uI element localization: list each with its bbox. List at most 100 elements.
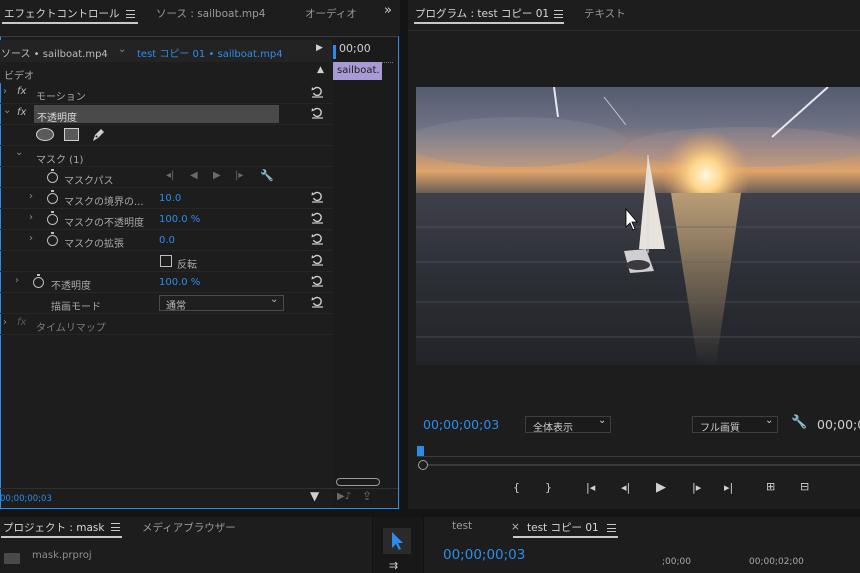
step-back-icon[interactable]: ◂| bbox=[621, 481, 630, 494]
blend-mode-select[interactable]: 通常 ⌄ bbox=[159, 294, 284, 312]
play-triangle-icon[interactable]: ▶ bbox=[316, 43, 323, 53]
effect-controls-panel: エフェクトコントロール ソース : sailboat.mp4 オーディオ » ソ… bbox=[0, 0, 399, 509]
mask-expansion-row: › マスクの拡張 0.0 bbox=[0, 230, 332, 251]
mask-expansion-value[interactable]: 0.0 bbox=[159, 235, 175, 246]
play-icon[interactable]: ▶ bbox=[656, 480, 666, 495]
zoom-scroll-track[interactable] bbox=[428, 464, 860, 466]
program-timecode[interactable]: 00;00;00;03 bbox=[423, 417, 499, 432]
stopwatch-icon[interactable] bbox=[33, 274, 44, 288]
tab-divider bbox=[408, 30, 860, 31]
reset-icon[interactable] bbox=[311, 191, 324, 203]
chevron-right-icon[interactable]: › bbox=[3, 317, 7, 328]
reset-icon[interactable] bbox=[311, 107, 324, 119]
mask-opacity-value[interactable]: 100.0 % bbox=[159, 214, 200, 225]
tab-timeline-copy[interactable]: test コピー 01 bbox=[527, 520, 599, 535]
reset-icon[interactable] bbox=[311, 212, 324, 224]
selection-tool-icon[interactable] bbox=[390, 531, 404, 551]
playhead[interactable] bbox=[333, 45, 336, 59]
lift-icon[interactable]: ⊞ bbox=[766, 480, 775, 493]
chevron-down-icon: ⌄ bbox=[765, 415, 774, 426]
tab-project[interactable]: プロジェクト : mask bbox=[3, 520, 104, 535]
prev-keyframe-icon[interactable]: ◂| bbox=[166, 170, 174, 181]
more-tabs-icon[interactable]: » bbox=[384, 3, 392, 18]
play-audio-icon[interactable]: ▶♪ bbox=[337, 491, 351, 502]
pen-tool-icon[interactable] bbox=[90, 127, 106, 143]
panel-menu-icon[interactable] bbox=[607, 524, 616, 532]
mini-timecode: 00;00 bbox=[339, 42, 371, 55]
chevron-right-icon[interactable]: › bbox=[15, 275, 19, 286]
stopwatch-icon[interactable] bbox=[47, 169, 58, 183]
tab-source[interactable]: ソース : sailboat.mp4 bbox=[156, 6, 265, 21]
rectangle-mask-icon[interactable] bbox=[64, 128, 79, 141]
opacity-value[interactable]: 100.0 % bbox=[159, 277, 200, 288]
chevron-down-icon[interactable]: ⌄ bbox=[118, 44, 126, 55]
track-select-tool-icon[interactable]: ⇉ bbox=[389, 559, 398, 572]
panel-menu-icon[interactable] bbox=[554, 10, 563, 18]
quality-select[interactable]: フル画質 ⌄ bbox=[692, 415, 778, 434]
wrench-icon[interactable]: 🔧 bbox=[260, 169, 274, 182]
track-backward-icon[interactable]: ◀ bbox=[190, 170, 198, 181]
playhead-marker[interactable] bbox=[417, 446, 424, 456]
reset-icon[interactable] bbox=[311, 254, 324, 266]
sequence-clip-label[interactable]: test コピー 01 • sailboat.mp4 bbox=[137, 45, 283, 60]
tab-audio[interactable]: オーディオ bbox=[305, 6, 363, 21]
export-icon[interactable]: ⇪ bbox=[362, 489, 372, 503]
mask-feather-label: マスクの境界の... bbox=[64, 197, 144, 208]
next-keyframe-icon[interactable]: |▸ bbox=[235, 170, 243, 181]
close-tab-icon[interactable]: × bbox=[511, 521, 520, 533]
video-frame[interactable] bbox=[416, 87, 860, 365]
reset-icon[interactable] bbox=[311, 296, 324, 308]
ellipse-mask-icon[interactable] bbox=[36, 128, 54, 141]
mark-in-icon[interactable]: { bbox=[513, 481, 520, 494]
invert-row: 反転 bbox=[0, 251, 332, 272]
mask-feather-value[interactable]: 10.0 bbox=[159, 193, 181, 204]
motion-row[interactable]: › fx モーション bbox=[0, 83, 332, 104]
opacity-section-row[interactable]: ⌄ fx 不透明度 bbox=[0, 104, 332, 125]
time-remap-row[interactable]: › fx タイムリマップ bbox=[0, 314, 332, 335]
tab-media-browser[interactable]: メディアブラウザー bbox=[142, 520, 236, 535]
chevron-right-icon[interactable]: › bbox=[29, 191, 33, 202]
reset-icon[interactable] bbox=[311, 275, 324, 287]
go-to-out-icon[interactable]: ▸| bbox=[724, 481, 733, 494]
stopwatch-icon[interactable] bbox=[47, 232, 58, 246]
timeline-timecode[interactable]: 00;00;00;03 bbox=[443, 547, 525, 563]
tab-text[interactable]: テキスト bbox=[584, 6, 626, 21]
panel-menu-icon[interactable] bbox=[126, 10, 135, 18]
chevron-down-icon[interactable]: ⌄ bbox=[15, 147, 23, 158]
panel-menu-icon[interactable] bbox=[111, 523, 120, 531]
project-file[interactable]: mask.prproj bbox=[32, 550, 92, 561]
active-tab-underline bbox=[414, 22, 564, 24]
collapse-up-icon[interactable]: ▲ bbox=[317, 65, 324, 75]
mask-feather-row: › マスクの境界の... 10.0 bbox=[0, 188, 332, 209]
zoom-scrollbar[interactable] bbox=[336, 478, 380, 486]
stopwatch-icon[interactable] bbox=[47, 211, 58, 225]
opacity-row: › 不透明度 100.0 % bbox=[0, 272, 332, 293]
scrubber-track[interactable] bbox=[417, 456, 860, 457]
invert-checkbox[interactable] bbox=[160, 255, 172, 267]
filter-icon[interactable]: ▼ bbox=[310, 489, 319, 503]
stopwatch-icon[interactable] bbox=[47, 190, 58, 204]
extract-icon[interactable]: ⊟ bbox=[800, 480, 809, 493]
tab-effect-controls[interactable]: エフェクトコントロール bbox=[4, 6, 120, 21]
tab-program[interactable]: プログラム : test コピー 01 bbox=[415, 6, 549, 21]
clip-block[interactable]: sailboat. bbox=[333, 62, 382, 80]
opacity-label: 不透明度 bbox=[51, 281, 91, 292]
chevron-down-icon[interactable]: ⌄ bbox=[3, 105, 11, 116]
wrench-icon[interactable]: 🔧 bbox=[791, 415, 807, 430]
reset-icon[interactable] bbox=[311, 233, 324, 245]
mask-row[interactable]: ⌄ マスク (1) bbox=[0, 146, 332, 167]
mark-out-icon[interactable]: } bbox=[545, 481, 552, 494]
chevron-right-icon[interactable]: › bbox=[3, 86, 7, 97]
reset-icon[interactable] bbox=[311, 86, 324, 98]
tab-timeline-test[interactable]: test bbox=[452, 520, 472, 532]
step-forward-icon[interactable]: |▸ bbox=[692, 481, 701, 494]
panel-divider[interactable] bbox=[400, 0, 408, 509]
chevron-right-icon[interactable]: › bbox=[29, 212, 33, 223]
bottom-divider[interactable] bbox=[0, 509, 860, 517]
track-forward-icon[interactable]: ▶ bbox=[213, 170, 221, 181]
zoom-select[interactable]: 全体表示 ⌄ bbox=[525, 415, 611, 434]
tools-panel: ⇉ bbox=[372, 517, 424, 573]
chevron-right-icon[interactable]: › bbox=[29, 233, 33, 244]
go-to-in-icon[interactable]: |◂ bbox=[586, 481, 595, 494]
zoom-scroll-handle[interactable] bbox=[418, 460, 428, 470]
